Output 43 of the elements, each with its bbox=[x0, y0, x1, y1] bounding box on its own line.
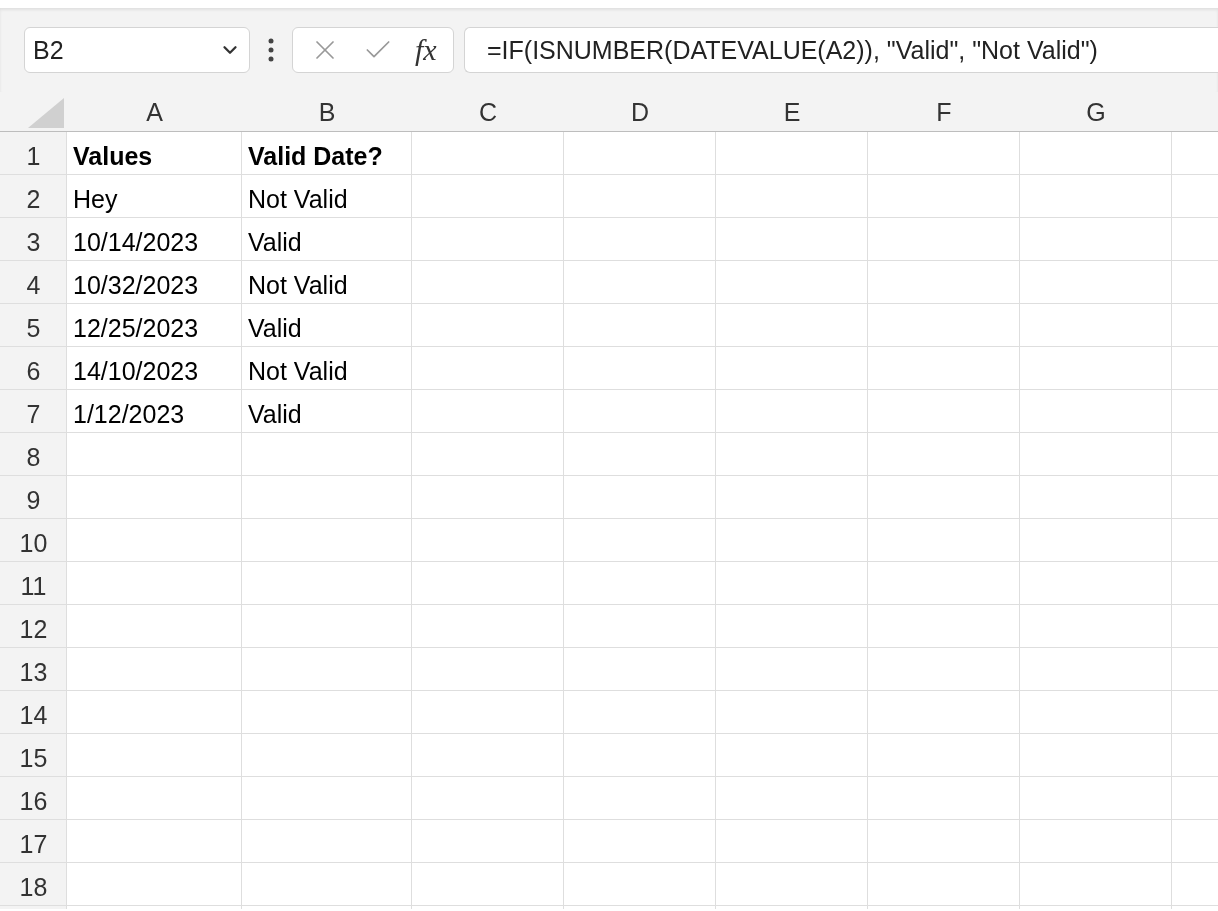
row-header[interactable]: 14 bbox=[0, 694, 67, 737]
column-header[interactable]: E bbox=[716, 92, 868, 132]
row-header[interactable]: 9 bbox=[0, 479, 67, 522]
column-header[interactable]: C bbox=[412, 92, 564, 132]
insert-function-button[interactable]: fx bbox=[414, 33, 437, 67]
column-header[interactable]: G bbox=[1020, 92, 1172, 132]
row-header[interactable]: 12 bbox=[0, 608, 67, 651]
table-cell-text: 10/14/2023 bbox=[72, 226, 200, 258]
row-header[interactable]: 11 bbox=[0, 565, 67, 608]
table-cell-text: Valid bbox=[247, 312, 303, 344]
formula-bar[interactable]: =IF(ISNUMBER(DATEVALUE(A2)), "Valid", "Not Valid") bbox=[464, 27, 1218, 73]
table-cell-text: 10/32/2023 bbox=[72, 269, 200, 301]
row-header[interactable]: 4 bbox=[0, 264, 67, 307]
row-header[interactable]: 3 bbox=[0, 221, 67, 264]
row-header[interactable]: 6 bbox=[0, 350, 67, 393]
more-options-icon[interactable] bbox=[268, 38, 274, 62]
table-cell-text: Not Valid bbox=[247, 183, 349, 215]
row-header[interactable]: 16 bbox=[0, 780, 67, 823]
table-cell-text: Valid bbox=[247, 398, 303, 430]
table-cell-text: Valid bbox=[247, 226, 303, 258]
table-cell-text: 14/10/2023 bbox=[72, 355, 200, 387]
column-header[interactable]: D bbox=[564, 92, 716, 132]
table-cell-text: Hey bbox=[72, 183, 119, 215]
table-cell-text: Valid Date? bbox=[247, 140, 384, 172]
row-header[interactable]: 7 bbox=[0, 393, 67, 436]
table-cell-text: 12/25/2023 bbox=[72, 312, 200, 344]
row-header[interactable]: 10 bbox=[0, 522, 67, 565]
table-cell-text: Not Valid bbox=[247, 355, 349, 387]
row-header[interactable]: 13 bbox=[0, 651, 67, 694]
column-header[interactable]: B bbox=[242, 92, 412, 132]
table-cell-text: 1/12/2023 bbox=[72, 398, 186, 430]
column-header[interactable]: A bbox=[67, 92, 242, 132]
column-header[interactable]: F bbox=[868, 92, 1020, 132]
row-header[interactable]: 17 bbox=[0, 823, 67, 866]
row-header[interactable]: 8 bbox=[0, 436, 67, 479]
name-box[interactable]: B2 bbox=[24, 27, 250, 73]
row-header[interactable]: 18 bbox=[0, 866, 67, 909]
row-header[interactable]: 5 bbox=[0, 307, 67, 350]
row-header[interactable]: 15 bbox=[0, 737, 67, 780]
row-header[interactable]: 2 bbox=[0, 178, 67, 221]
table-cell-text: Not Valid bbox=[247, 269, 349, 301]
row-header[interactable]: 1 bbox=[0, 135, 67, 178]
table-cell-text: Values bbox=[72, 140, 154, 172]
